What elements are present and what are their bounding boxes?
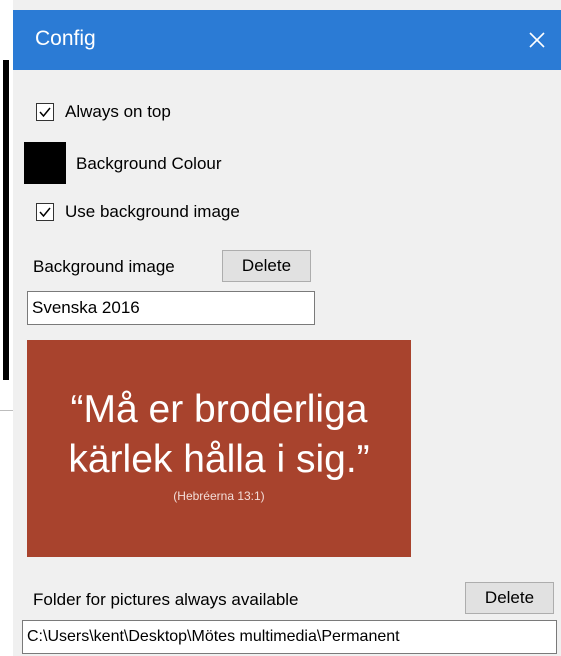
background-image-label: Background image [33, 257, 175, 276]
background-window-edge [0, 0, 13, 656]
config-dialog: Config Always on top Background Colour U… [13, 0, 561, 656]
folder-path-field[interactable]: C:\Users\kent\Desktop\Mötes multimedia\P… [22, 620, 557, 654]
preview-quote: “Må er broderliga kärlek hålla i sig.” [27, 385, 411, 485]
preview-reference: (Hebréerna 13:1) [173, 489, 265, 503]
delete-background-image-button[interactable]: Delete [222, 250, 311, 282]
always-on-top-checkbox[interactable] [36, 103, 54, 121]
background-window-separator [0, 410, 13, 411]
window-title: Config [35, 27, 96, 50]
title-bar: Config [13, 10, 561, 70]
background-colour-swatch[interactable] [24, 142, 66, 184]
background-image-preview: “Må er broderliga kärlek hålla i sig.” (… [27, 340, 411, 557]
close-icon [529, 32, 545, 48]
always-on-top-row[interactable]: Always on top [36, 102, 171, 122]
use-background-image-row[interactable]: Use background image [36, 202, 240, 222]
preview-quote-line-2: kärlek hålla i sig.” [68, 438, 370, 481]
folder-label: Folder for pictures always available [33, 590, 299, 609]
close-button[interactable] [513, 10, 561, 70]
checkmark-icon [39, 107, 51, 118]
use-background-image-checkbox[interactable] [36, 203, 54, 221]
background-colour-label: Background Colour [76, 154, 222, 173]
use-background-image-label: Use background image [65, 202, 240, 221]
background-window-border [3, 60, 9, 380]
background-image-field[interactable]: Svenska 2016 [27, 291, 315, 325]
always-on-top-label: Always on top [65, 102, 171, 121]
preview-quote-line-1: “Må er broderliga [70, 388, 368, 431]
delete-folder-button[interactable]: Delete [465, 582, 554, 614]
checkmark-icon [39, 207, 51, 218]
